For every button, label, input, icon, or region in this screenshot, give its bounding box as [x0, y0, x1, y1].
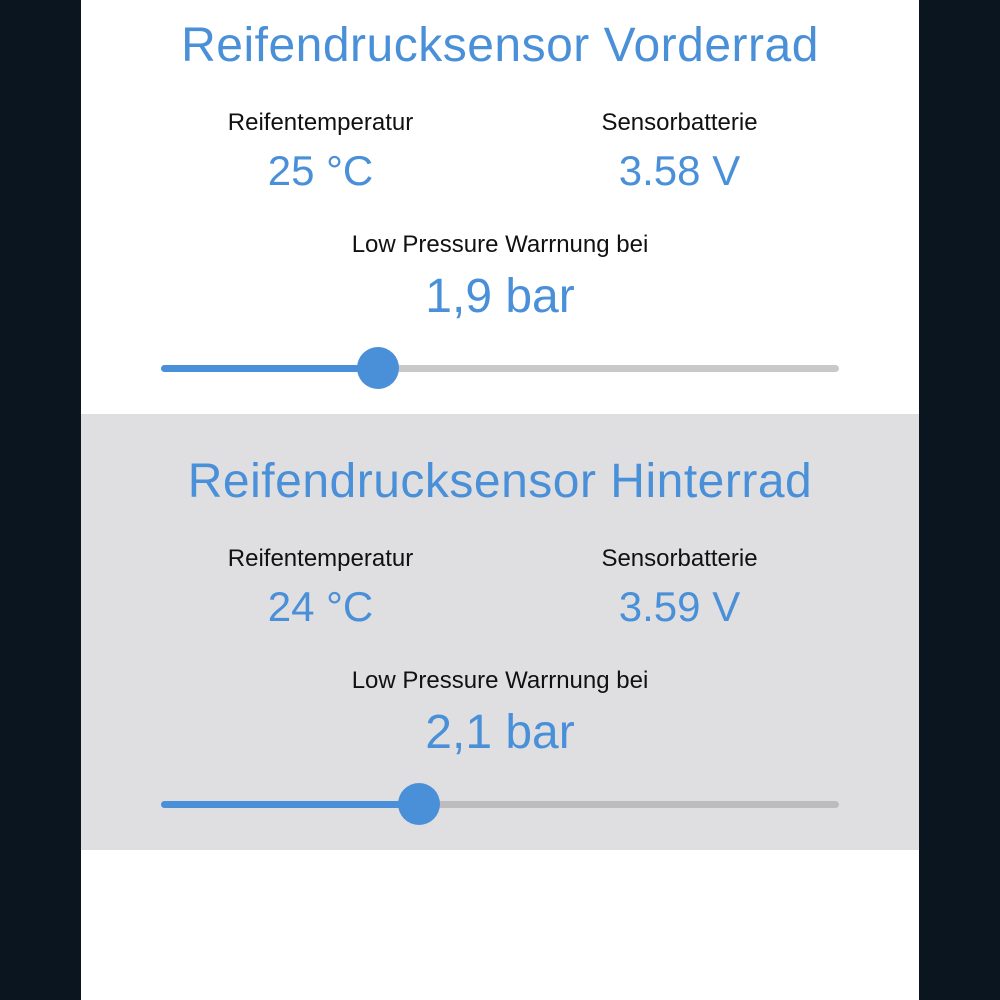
slider-thumb[interactable] — [398, 783, 440, 825]
slider-fill — [161, 801, 419, 808]
rear-pressure-slider[interactable] — [161, 786, 839, 822]
front-battery-metric: Sensorbatterie 3.58 V — [500, 109, 859, 195]
rear-warning-label: Low Pressure Warrnung bei — [81, 667, 919, 695]
rear-battery-metric: Sensorbatterie 3.59 V — [500, 545, 859, 631]
front-battery-label: Sensorbatterie — [500, 109, 859, 137]
front-wheel-section: Reifendrucksensor Vorderrad Reifentemper… — [81, 0, 919, 414]
rear-wheel-section: Reifendrucksensor Hinterrad Reifentemper… — [81, 414, 919, 850]
front-pressure-slider[interactable] — [161, 350, 839, 386]
rear-temperature-label: Reifentemperatur — [141, 545, 500, 573]
front-warning-label: Low Pressure Warrnung bei — [81, 231, 919, 259]
rear-battery-label: Sensorbatterie — [500, 545, 859, 573]
rear-slider-container — [81, 786, 919, 822]
slider-thumb[interactable] — [357, 347, 399, 389]
sensor-settings-screen: Reifendrucksensor Vorderrad Reifentemper… — [81, 0, 919, 1000]
rear-temperature-metric: Reifentemperatur 24 °C — [141, 545, 500, 631]
front-metrics-row: Reifentemperatur 25 °C Sensorbatterie 3.… — [81, 109, 919, 195]
front-slider-container — [81, 350, 919, 386]
rear-metrics-row: Reifentemperatur 24 °C Sensorbatterie 3.… — [81, 545, 919, 631]
front-warning-value: 1,9 bar — [81, 269, 919, 324]
front-temperature-label: Reifentemperatur — [141, 109, 500, 137]
rear-warning-block: Low Pressure Warrnung bei 2,1 bar — [81, 667, 919, 822]
rear-warning-value: 2,1 bar — [81, 705, 919, 760]
front-temperature-value: 25 °C — [141, 147, 500, 195]
front-section-title: Reifendrucksensor Vorderrad — [81, 18, 919, 73]
front-warning-block: Low Pressure Warrnung bei 1,9 bar — [81, 231, 919, 386]
slider-fill — [161, 365, 378, 372]
rear-battery-value: 3.59 V — [500, 583, 859, 631]
front-battery-value: 3.58 V — [500, 147, 859, 195]
front-temperature-metric: Reifentemperatur 25 °C — [141, 109, 500, 195]
rear-section-title: Reifendrucksensor Hinterrad — [81, 454, 919, 509]
rear-temperature-value: 24 °C — [141, 583, 500, 631]
